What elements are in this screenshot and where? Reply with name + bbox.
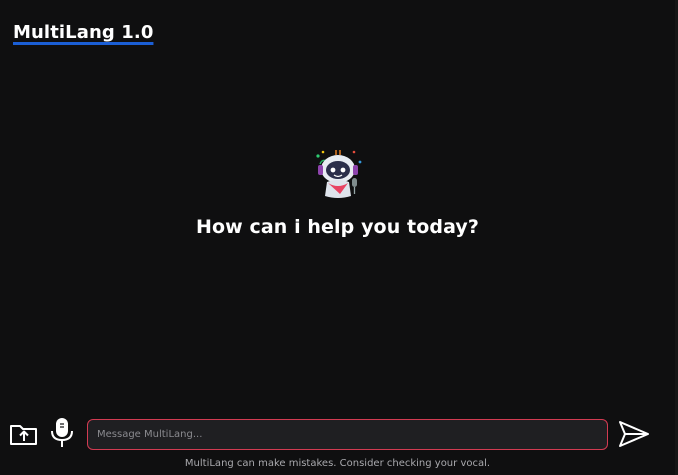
microphone-icon [51,418,73,447]
send-button[interactable] [616,417,652,451]
send-icon [619,421,649,447]
disclaimer-text: MultiLang can make mistakes. Consider ch… [184,458,491,469]
welcome-panel: How can i help you today? [0,146,675,238]
message-input[interactable] [87,419,608,450]
app-window: MultiLang 1.0 How can i help you today? … [0,0,678,475]
folder-upload-icon [10,425,37,445]
welcome-heading: How can i help you today? [195,216,480,238]
app-title[interactable]: MultiLang 1.0 [13,22,153,43]
voice-input-button[interactable] [48,416,76,450]
robot-mascot-icon [315,150,361,198]
composer-bar [0,416,675,456]
upload-file-button[interactable] [8,418,40,450]
